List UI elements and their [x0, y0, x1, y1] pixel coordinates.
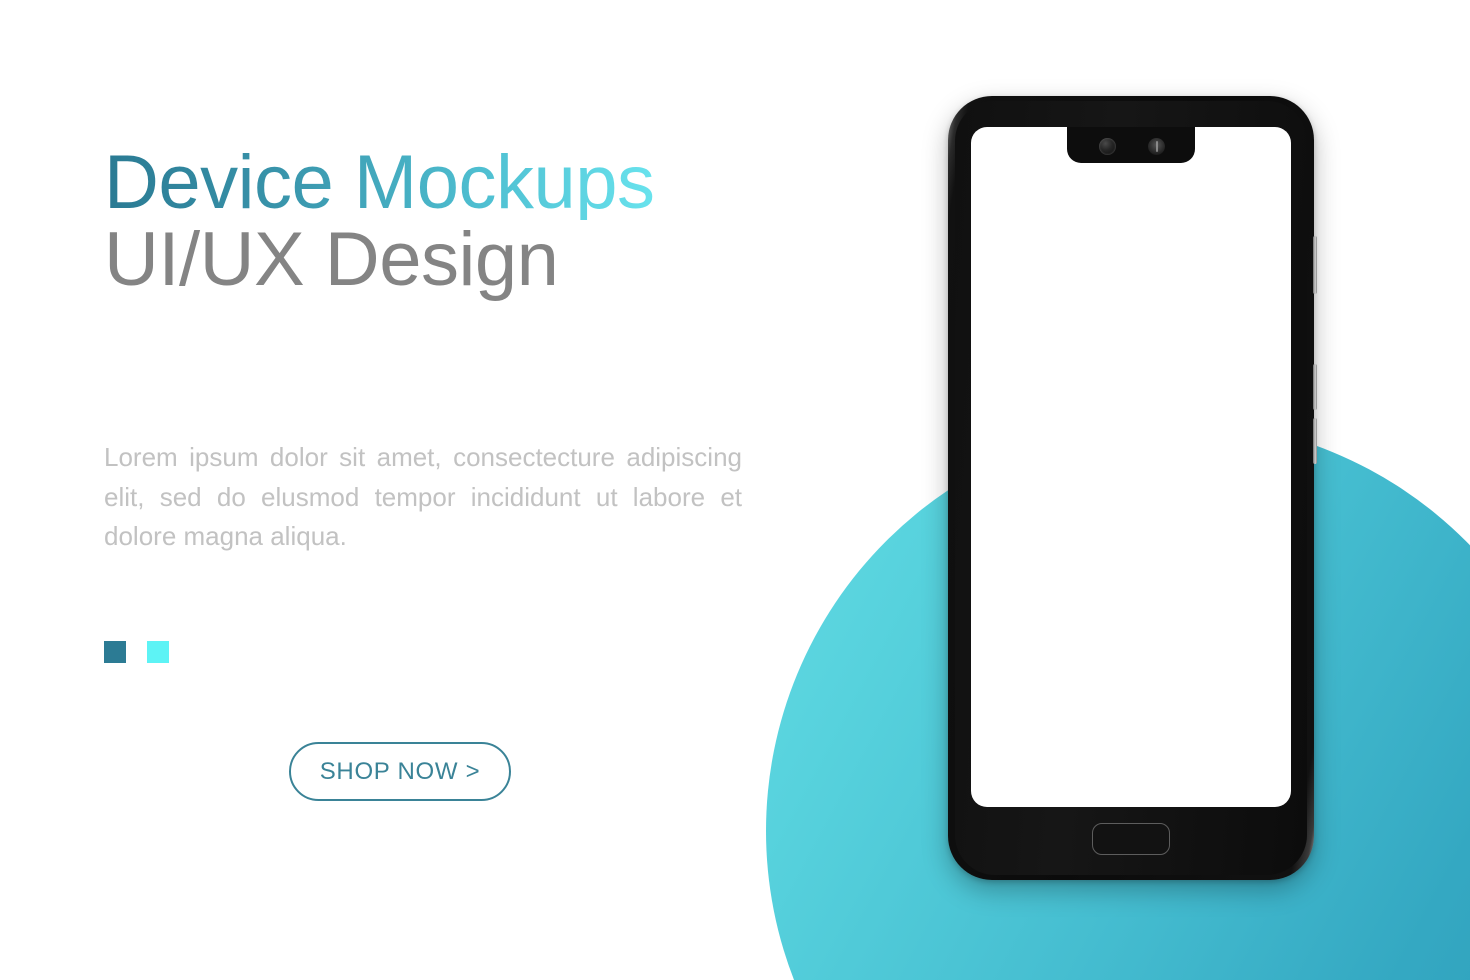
hero-banner: Device Mockups UI/UX Design Lorem ipsum … [0, 0, 1470, 980]
phone-notch [1067, 127, 1195, 163]
phone-body [955, 101, 1307, 875]
phone-screen[interactable] [971, 127, 1291, 807]
hero-text-block: Device Mockups UI/UX Design [104, 144, 764, 303]
smartphone-mockup [948, 96, 1317, 880]
shop-now-button[interactable]: SHOP NOW > [289, 742, 511, 801]
home-button[interactable] [1092, 823, 1170, 855]
color-swatch-group [104, 641, 169, 663]
swatch-light-cyan [147, 641, 169, 663]
earpiece-speaker-icon [1148, 138, 1165, 155]
page-title: Device Mockups [104, 144, 764, 220]
page-subtitle: UI/UX Design [104, 217, 559, 303]
hero-description: Lorem ipsum dolor sit amet, consectectur… [104, 442, 742, 552]
front-camera-icon [1099, 138, 1116, 155]
volume-down-key[interactable] [1313, 418, 1317, 464]
phone-frame [948, 96, 1314, 880]
power-key[interactable] [1313, 236, 1317, 294]
volume-up-key[interactable] [1313, 364, 1317, 410]
swatch-dark-teal [104, 641, 126, 663]
